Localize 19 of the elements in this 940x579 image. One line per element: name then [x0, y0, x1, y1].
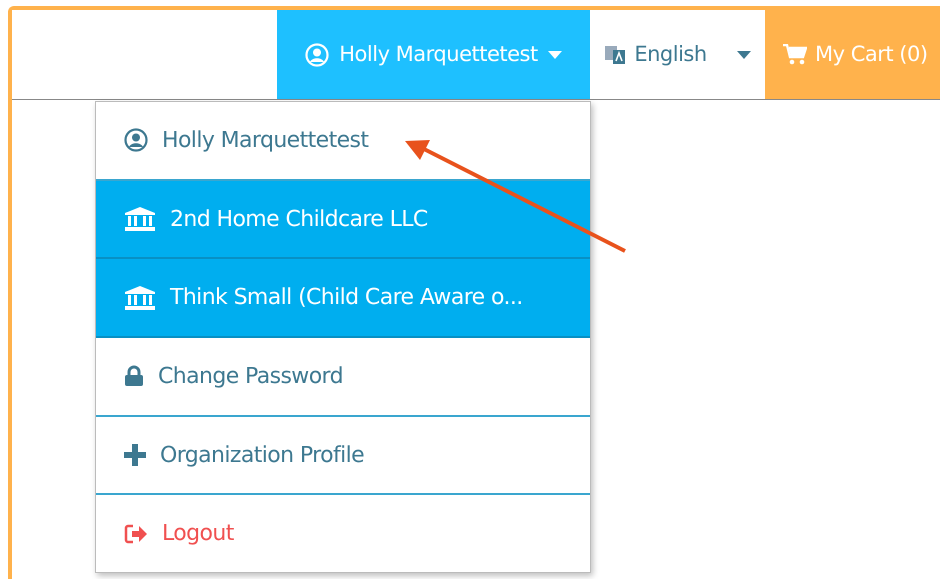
lock-icon	[124, 365, 144, 388]
cart-icon	[783, 44, 807, 66]
user-icon	[305, 42, 330, 66]
bank-icon	[124, 206, 156, 232]
translate-icon	[604, 44, 626, 66]
menu-item[interactable]: Holly Marquettetest	[96, 102, 590, 181]
user-icon	[124, 128, 148, 152]
menu-item[interactable]: Think Small (Child Care Aware o...	[96, 259, 590, 338]
bank-icon	[124, 284, 156, 311]
menu-item[interactable]: Organization Profile	[96, 416, 590, 496]
caret-icon	[548, 50, 562, 58]
menu-item[interactable]: Change Password	[96, 338, 590, 417]
menu-item[interactable]: 2nd Home Childcare LLC	[96, 180, 590, 260]
cart-button[interactable]: My Cart (0)	[765, 10, 940, 99]
plus-icon	[124, 444, 146, 466]
caret-icon	[736, 50, 751, 58]
user-menu-button[interactable]: Holly Marquettetest	[277, 10, 590, 99]
logout-icon	[124, 524, 148, 544]
menu-item[interactable]: Logout	[96, 495, 590, 572]
